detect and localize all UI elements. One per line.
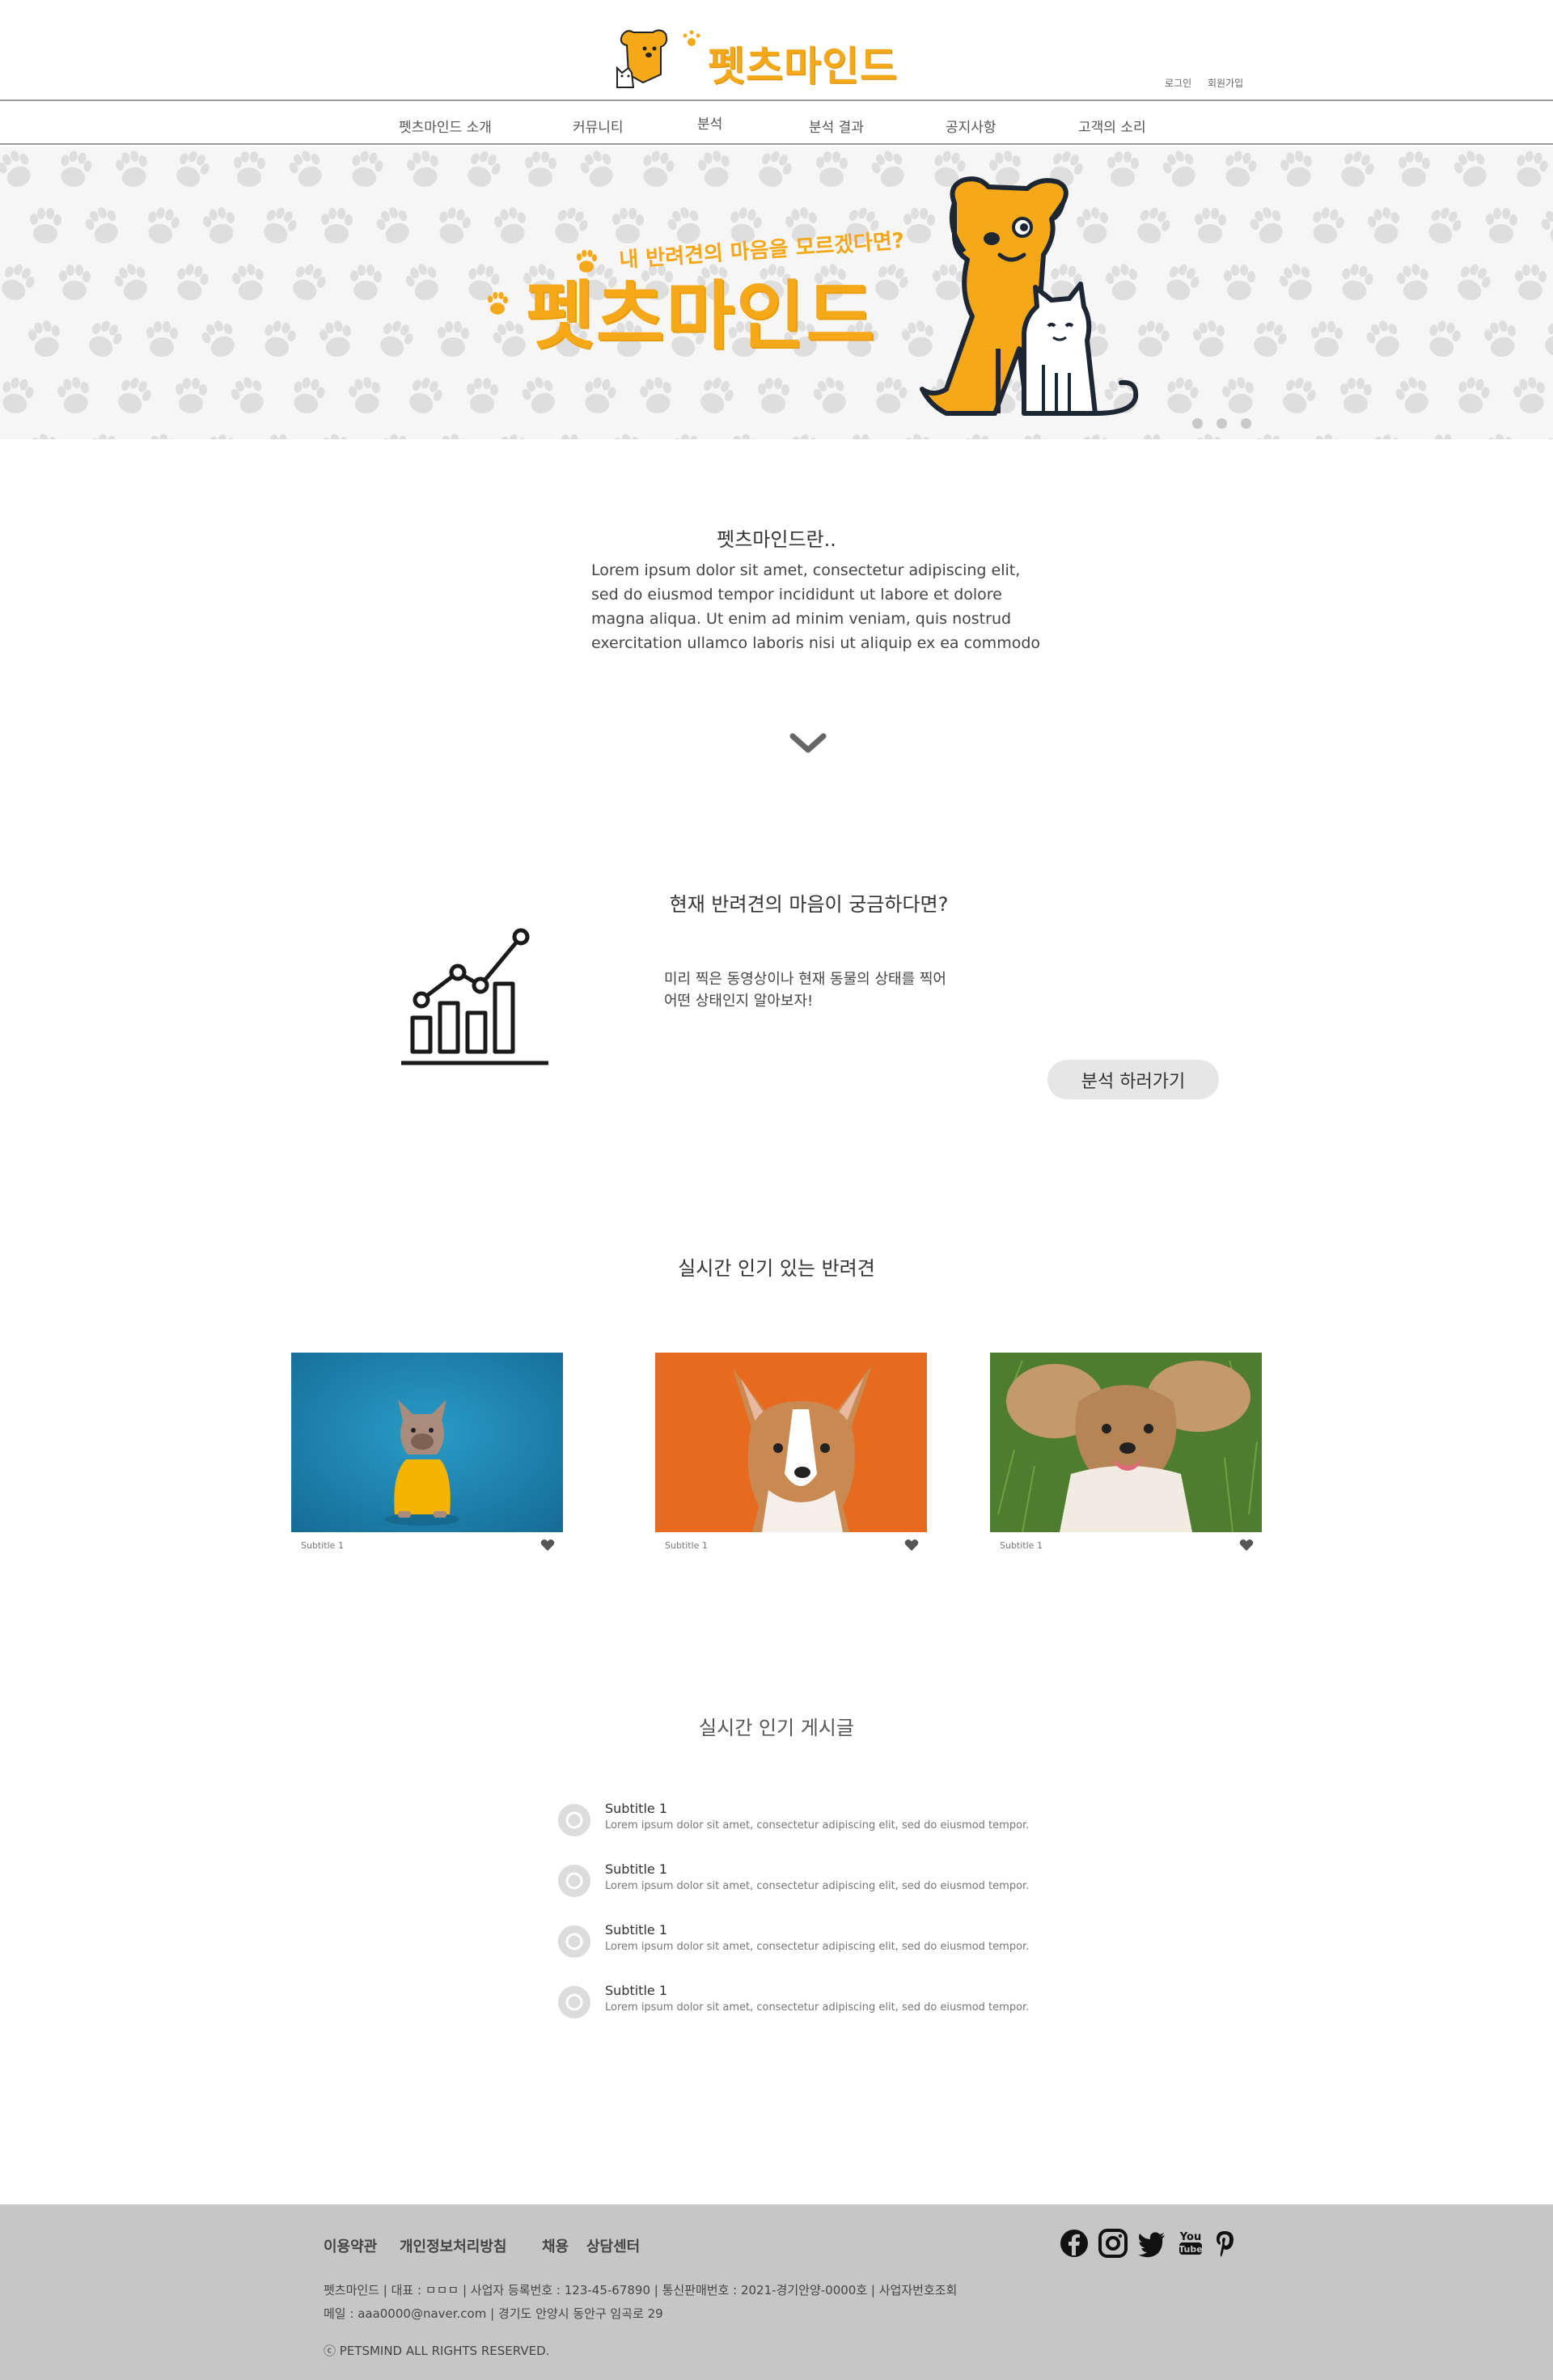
dog-card-caption: Subtitle 1 (291, 1532, 563, 1561)
card-subtitle: Subtitle 1 (301, 1540, 344, 1551)
dog-card[interactable]: Subtitle 1 (655, 1353, 927, 1561)
post-desc: Lorem ipsum dolor sit amet, consectetur … (605, 2001, 1030, 2014)
nav-item-analysis[interactable]: 분석 (697, 112, 722, 133)
svg-text:You: You (1179, 2231, 1201, 2243)
chevron-down-icon[interactable] (789, 733, 827, 754)
analyze-button[interactable]: 분석 하러가기 (1047, 1060, 1219, 1099)
post-title: Subtitle 1 (605, 1861, 667, 1877)
dog-card[interactable]: Subtitle 1 (990, 1353, 1262, 1561)
slide-dot[interactable] (1217, 418, 1228, 429)
footer-link-support[interactable]: 상담센터 (586, 2235, 640, 2256)
post-title: Subtitle 1 (605, 1801, 667, 1816)
corgi-image (655, 1353, 927, 1532)
avatar-icon (558, 1804, 590, 1836)
site-logo[interactable]: 펫츠마인드 (611, 24, 942, 93)
login-link[interactable]: 로그인 (1165, 76, 1191, 90)
post-title: Subtitle 1 (605, 1983, 667, 1998)
facebook-icon[interactable] (1060, 2229, 1089, 2258)
avatar-icon (558, 1865, 590, 1897)
intro-line: magna aliqua. Ut enim ad minim veniam, q… (591, 610, 1012, 628)
card-subtitle: Subtitle 1 (665, 1540, 708, 1551)
analyze-title: 현재 반려견의 마음이 궁금하다면? (669, 893, 949, 916)
avatar-icon (558, 1925, 590, 1958)
dog-photo[interactable] (655, 1353, 927, 1532)
footer-copyright: ⓒ PETSMIND ALL RIGHTS RESERVED. (324, 2344, 550, 2358)
nav-item-about[interactable]: 펫츠마인드 소개 (399, 116, 492, 136)
intro-text: Lorem ipsum dolor sit amet, consectetur … (591, 558, 1060, 655)
signup-link[interactable]: 회원가입 (1208, 76, 1243, 90)
intro-title: 펫츠마인드란.. (717, 528, 836, 551)
post-desc: Lorem ipsum dolor sit amet, consectetur … (605, 1880, 1030, 1892)
dog-photo[interactable] (990, 1353, 1262, 1532)
nav-item-community[interactable]: 커뮤니티 (573, 116, 624, 136)
avatar (558, 1986, 590, 2018)
twitter-icon[interactable] (1137, 2229, 1166, 2258)
post-desc: Lorem ipsum dolor sit amet, consectetur … (605, 1819, 1030, 1832)
main-nav: 펫츠마인드 소개 커뮤니티 분석 분석 결과 공지사항 고객의 소리 (0, 103, 1553, 145)
post-item[interactable]: Subtitle 1 Lorem ipsum dolor sit amet, c… (558, 1983, 1124, 2031)
intro-line: exercitation ullamco laboris nisi ut ali… (591, 634, 1041, 652)
header: 펫츠마인드 로그인 회원가입 (0, 0, 1553, 101)
paw-icon (487, 291, 509, 315)
heart-icon[interactable] (904, 1539, 919, 1552)
popular-posts-title: 실시간 인기 게시글 (699, 1717, 854, 1739)
dog-card[interactable]: Subtitle 1 (291, 1353, 563, 1561)
slide-dot[interactable] (1241, 418, 1252, 429)
dog-photo[interactable] (291, 1353, 563, 1532)
analyze-line: 어떤 상태인지 알아보자! (664, 993, 814, 1010)
avatar (558, 1804, 590, 1836)
footer-link-careers[interactable]: 채용 (542, 2235, 569, 2256)
heart-icon[interactable] (540, 1539, 555, 1552)
bar-chart-icon (401, 928, 548, 1065)
intro-line: sed do eiusmod tempor incididunt ut labo… (591, 586, 1002, 603)
dog-card-caption: Subtitle 1 (990, 1532, 1262, 1561)
french-bulldog-image (291, 1353, 563, 1532)
post-title: Subtitle 1 (605, 1922, 667, 1937)
nav-item-results[interactable]: 분석 결과 (809, 116, 864, 136)
footer-link-privacy[interactable]: 개인정보처리방침 (400, 2235, 506, 2256)
footer-contact-info: 메일 : aaa0000@naver.com | 경기도 안양시 동안구 임곡로… (324, 2306, 663, 2321)
slide-dot[interactable] (1192, 418, 1203, 429)
card-subtitle: Subtitle 1 (1000, 1540, 1043, 1551)
intro-line: Lorem ipsum dolor sit amet, consectetur … (591, 561, 1021, 579)
pinterest-icon[interactable] (1213, 2229, 1236, 2258)
page: 펫츠마인드 로그인 회원가입 펫츠마인드 소개 커뮤니티 분석 분석 결과 공지… (0, 0, 1553, 2380)
footer-link-terms[interactable]: 이용약관 (324, 2235, 377, 2256)
analyze-text: 미리 찍은 동영상이나 현재 동물의 상태를 찍어 어떤 상태인지 알아보자! (664, 968, 1004, 1012)
footer-company-info: 펫츠마인드 | 대표 : ㅁㅁㅁ | 사업자 등록번호 : 123-45-678… (324, 2283, 958, 2297)
post-item[interactable]: Subtitle 1 Lorem ipsum dolor sit amet, c… (558, 1922, 1124, 1971)
post-item[interactable]: Subtitle 1 Lorem ipsum dolor sit amet, c… (558, 1801, 1124, 1849)
post-item[interactable]: Subtitle 1 Lorem ipsum dolor sit amet, c… (558, 1861, 1124, 1910)
popular-dogs-title: 실시간 인기 있는 반려견 (678, 1257, 875, 1280)
svg-text:Tube: Tube (1179, 2244, 1202, 2255)
heart-icon[interactable] (1239, 1539, 1254, 1552)
nav-item-voice[interactable]: 고객의 소리 (1078, 116, 1146, 136)
hero-banner: 내 반려견의 마음을 모르겠다면? 펫츠마인드 (0, 146, 1553, 439)
dachshund-image (990, 1353, 1262, 1532)
avatar (558, 1865, 590, 1897)
nav-item-notice[interactable]: 공지사항 (946, 116, 997, 136)
analyze-line: 미리 찍은 동영상이나 현재 동물의 상태를 찍어 (664, 971, 946, 988)
dog-card-caption: Subtitle 1 (655, 1532, 927, 1561)
slider-dots (1192, 417, 1261, 432)
logo-text: 펫츠마인드 (708, 43, 898, 90)
dog-and-cat-illustration-icon (920, 176, 1139, 416)
avatar (558, 1925, 590, 1958)
footer: 이용약관 개인정보처리방침 채용 상담센터 You Tube 펫츠마인드 | 대… (0, 2204, 1553, 2380)
hero-title: 펫츠마인드 (526, 273, 877, 359)
avatar-icon (558, 1986, 590, 2018)
instagram-icon[interactable] (1098, 2229, 1128, 2258)
youtube-icon[interactable]: You Tube (1178, 2229, 1204, 2258)
post-desc: Lorem ipsum dolor sit amet, consectetur … (605, 1941, 1030, 1953)
